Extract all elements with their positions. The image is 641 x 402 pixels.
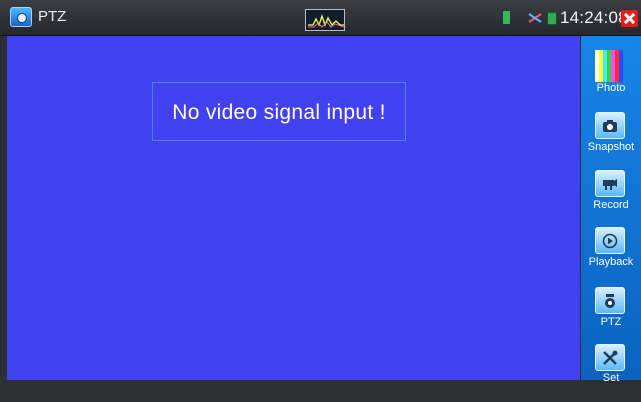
signal-waveform-icon[interactable]	[305, 9, 345, 31]
record-icon	[595, 170, 625, 197]
play-icon	[595, 227, 625, 254]
photo-label: Photo	[596, 82, 626, 94]
record-button[interactable]: Record	[581, 170, 641, 228]
top-bar: PTZ 14:24:08	[0, 0, 641, 36]
right-toolbar: Photo Snapshot Record Playback PTZ Set	[581, 36, 641, 384]
camera-icon	[595, 112, 625, 139]
snapshot-label: Snapshot	[587, 141, 635, 153]
tools-icon	[595, 344, 625, 371]
photo-button[interactable]: Photo	[581, 50, 641, 108]
clock: 14:24:08	[560, 8, 628, 27]
no-signal-message-box: No video signal input !	[152, 82, 406, 141]
playback-button[interactable]: Playback	[581, 227, 641, 285]
window-title: PTZ	[38, 8, 67, 25]
sd-card-icon	[503, 11, 510, 24]
ptz-button[interactable]: PTZ	[581, 287, 641, 345]
ptz-label: PTZ	[600, 316, 622, 328]
snapshot-button[interactable]: Snapshot	[581, 112, 641, 170]
set-button[interactable]: Set	[581, 344, 641, 402]
dome-camera-icon	[595, 287, 625, 314]
close-icon[interactable]	[621, 10, 638, 27]
video-display[interactable]: No video signal input !	[7, 36, 580, 380]
ptz-app-icon	[10, 7, 32, 27]
playback-label: Playback	[588, 256, 634, 268]
no-signal-message: No video signal input !	[172, 101, 386, 124]
color-bars-icon	[595, 50, 625, 82]
set-label: Set	[602, 372, 620, 384]
battery-icon	[547, 12, 557, 25]
network-icon	[528, 13, 542, 23]
record-label: Record	[593, 199, 629, 211]
